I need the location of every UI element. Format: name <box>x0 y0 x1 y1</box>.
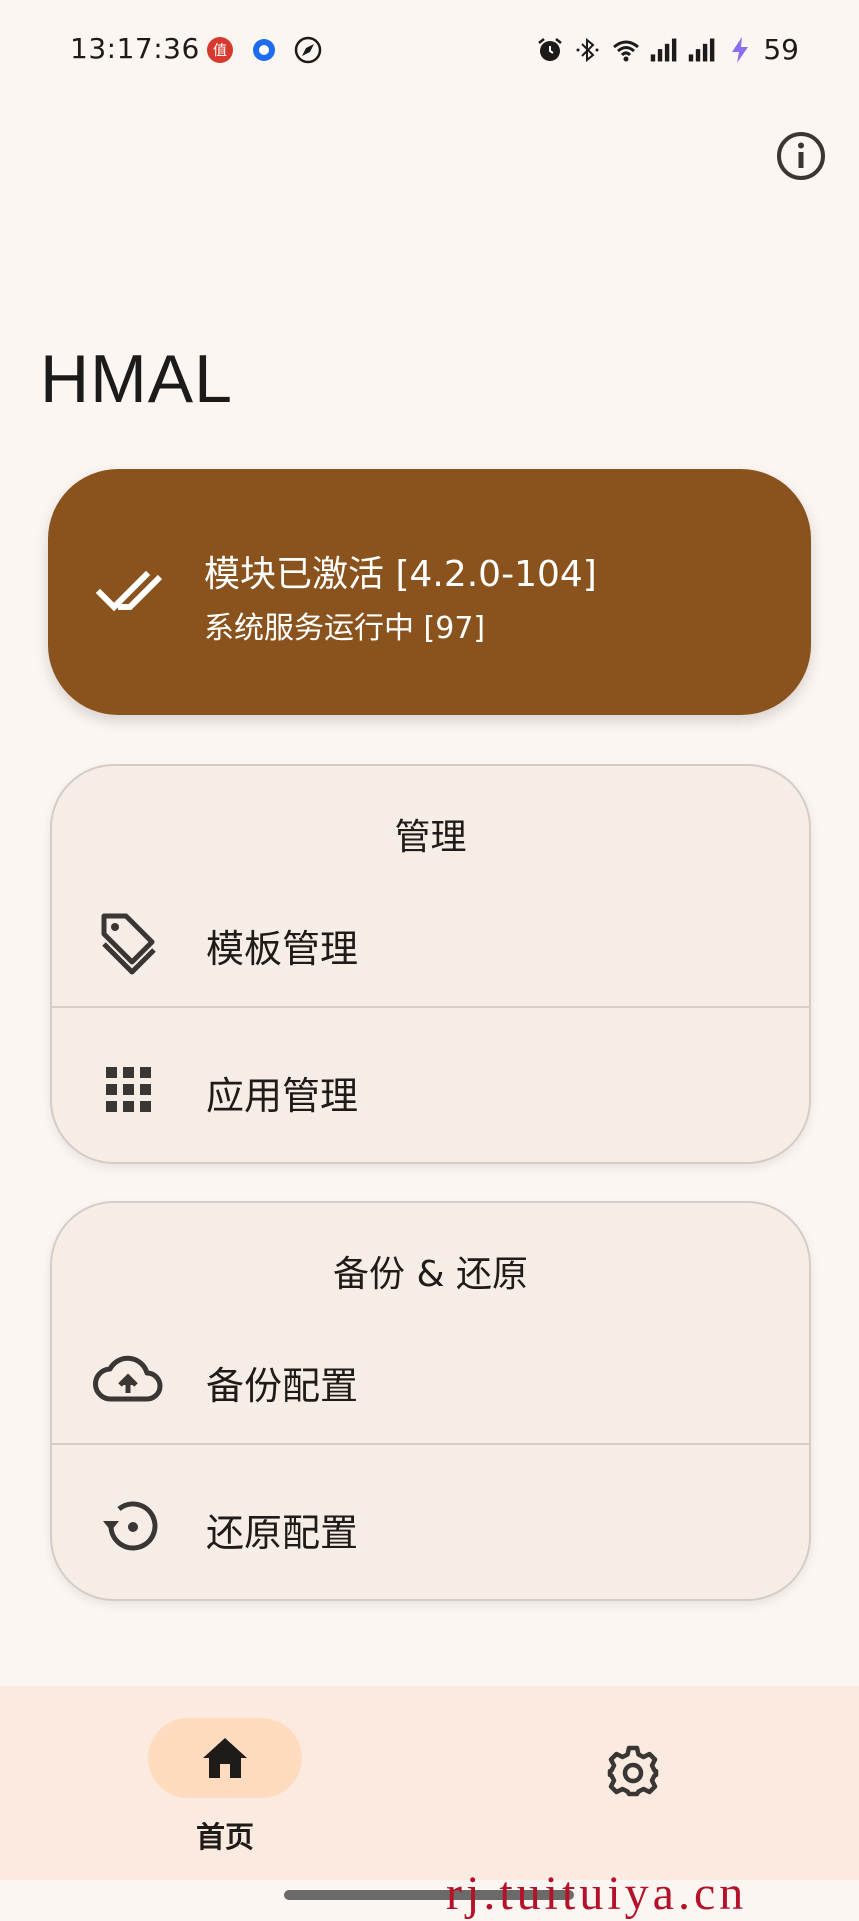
compass-icon <box>294 36 322 64</box>
apps-grid-icon <box>96 1057 162 1123</box>
nav-settings-button[interactable] <box>600 1738 666 1804</box>
status-time: 13:17:36 <box>70 32 200 65</box>
signal-icon <box>651 38 677 61</box>
circle-app-icon <box>253 39 275 61</box>
restore-config-item[interactable]: 还原配置 <box>52 1452 809 1597</box>
notification-icons: 值 <box>205 35 323 65</box>
alarm-icon <box>538 37 563 61</box>
nav-home-button[interactable] <box>148 1718 302 1798</box>
watermark: rj.tuituiya.cn <box>446 1867 748 1920</box>
bluetooth-icon <box>576 37 599 62</box>
bottom-navigation: 首页 <box>0 1686 859 1880</box>
wifi-icon <box>613 40 640 61</box>
template-management-item[interactable]: 模板管理 <box>52 868 809 1013</box>
restore-icon <box>96 1494 162 1560</box>
cloud-upload-icon <box>92 1347 164 1413</box>
restore-config-label: 还原配置 <box>206 1511 359 1555</box>
page-title: HMAL <box>40 341 233 417</box>
battery-level: 59 <box>763 33 799 66</box>
template-management-label: 模板管理 <box>206 927 359 971</box>
status-bar: 13:17:36 值 59 <box>0 0 859 100</box>
backup-config-item[interactable]: 备份配置 <box>52 1305 809 1450</box>
section-title: 备份 & 还原 <box>333 1254 528 1295</box>
tags-icon <box>96 910 162 976</box>
manage-section: 管理 模板管理 应用管理 <box>50 764 811 1164</box>
divider <box>52 1006 809 1008</box>
gear-icon <box>607 1745 659 1797</box>
info-icon <box>777 132 825 180</box>
zhidemai-icon: 值 <box>207 37 233 63</box>
signal-icon <box>689 38 715 61</box>
app-management-item[interactable]: 应用管理 <box>52 1015 809 1160</box>
module-status-text: 模块已激活 [4.2.0-104] <box>204 554 597 595</box>
system-icons: 59 <box>535 33 799 66</box>
service-status-text: 系统服务运行中 [97] <box>204 611 486 646</box>
backup-config-label: 备份配置 <box>206 1364 359 1408</box>
double-check-icon <box>96 570 163 612</box>
nav-home-label[interactable]: 首页 <box>148 1814 302 1856</box>
backup-restore-section: 备份 & 还原 备份配置 还原配置 <box>50 1201 811 1601</box>
app-management-label: 应用管理 <box>206 1074 359 1118</box>
divider <box>52 1443 809 1445</box>
module-status-card[interactable]: 模块已激活 [4.2.0-104] 系统服务运行中 [97] <box>48 469 811 715</box>
home-icon <box>203 1738 247 1778</box>
charging-icon <box>732 36 749 63</box>
svg-text:值: 值 <box>213 43 227 59</box>
section-title: 管理 <box>394 817 467 858</box>
info-button[interactable] <box>773 128 829 184</box>
